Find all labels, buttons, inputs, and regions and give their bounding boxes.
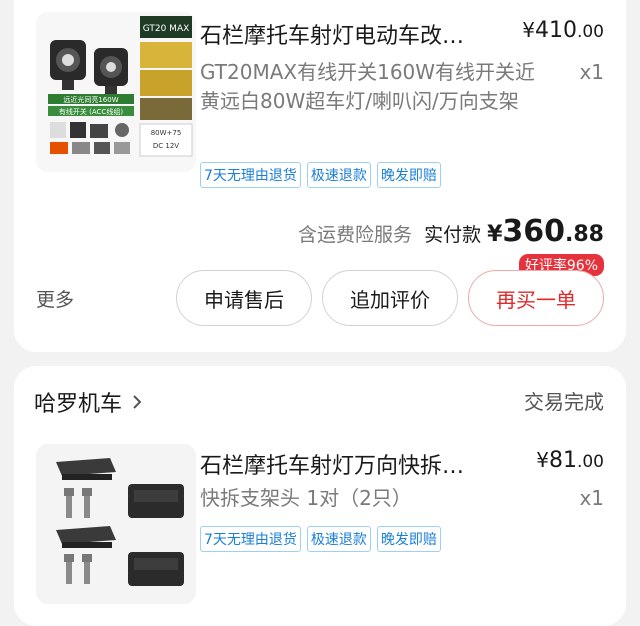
tag-7day-return: 7天无理由退货: [200, 526, 301, 552]
paid-currency: ¥: [487, 222, 503, 247]
price-integer: 410: [534, 18, 577, 43]
chevron-right-icon: [133, 395, 142, 409]
paid-label: 实付款: [424, 224, 482, 246]
product-qty-2: x1: [579, 486, 604, 510]
tag-late-ship-compensation: 晚发即赔: [376, 526, 441, 552]
thumb-caption-2: 有线开关 (ACC线组): [59, 107, 123, 116]
thumb-box-label: GT20 MAX: [143, 24, 190, 34]
price-fraction: .00: [576, 452, 604, 472]
thumb-spec-2: DC 12V: [153, 142, 179, 150]
add-review-button[interactable]: 追加评价: [322, 270, 458, 326]
price-currency: ¥: [522, 18, 535, 42]
product-image-2[interactable]: [36, 444, 196, 604]
product-title-1[interactable]: 石栏摩托车射灯电动车改…: [200, 18, 464, 50]
tag-fast-refund: 极速退款: [306, 526, 371, 552]
tag-fast-refund: 极速退款: [306, 162, 371, 188]
apply-after-sale-button[interactable]: 申请售后: [176, 270, 312, 326]
product-image-1[interactable]: GT20 MAX 远近光同亮160W 有线开关 (ACC线组) 80W+75 D…: [36, 12, 196, 172]
service-tags-2: 7天无理由退货 极速退款 晚发即赔: [200, 526, 441, 552]
tag-late-ship-compensation: 晚发即赔: [376, 162, 441, 188]
thumb-spec-1: 80W+75: [151, 129, 182, 137]
paid-fraction: .88: [565, 222, 604, 247]
more-button[interactable]: 更多: [36, 285, 74, 312]
store-name: 哈罗机车: [34, 392, 123, 417]
product-qty-1: x1: [579, 60, 604, 84]
price-integer: 81: [548, 448, 577, 473]
buy-again-button[interactable]: 再买一单: [468, 270, 604, 326]
payment-summary: 含运费险服务 实付款 ¥360.88: [298, 214, 604, 249]
product-spec-2: 快拆支架头 1对（2只）: [200, 486, 412, 510]
insurance-service-text: 含运费险服务: [298, 224, 413, 246]
store-name-link[interactable]: 哈罗机车: [34, 386, 146, 418]
order-status: 交易完成: [524, 390, 604, 414]
product-spec-1: GT20MAX有线开关160W有线开关近黄远白80W超车灯/喇叭闪/万向支架: [200, 60, 536, 113]
order-card-1[interactable]: GT20 MAX 远近光同亮160W 有线开关 (ACC线组) 80W+75 D…: [14, 0, 626, 352]
price-fraction: .00: [576, 22, 604, 42]
order-card-2[interactable]: 哈罗机车 交易完成 石栏摩托车射灯万向快拆… ¥81.00 快拆支架头 1对（2…: [14, 366, 626, 626]
price-currency: ¥: [536, 448, 549, 472]
paid-integer: 360: [502, 214, 566, 249]
bracket-product-illustration: [36, 444, 196, 604]
service-tags-1: 7天无理由退货 极速退款 晚发即赔: [200, 162, 441, 188]
product-title-2[interactable]: 石栏摩托车射灯万向快拆…: [200, 448, 464, 480]
product-price-1: ¥410.00: [522, 18, 604, 43]
thumb-caption-1: 远近光同亮160W: [63, 95, 118, 104]
spotlight-product-illustration: GT20 MAX 远近光同亮160W 有线开关 (ACC线组) 80W+75 D…: [36, 12, 196, 172]
tag-7day-return: 7天无理由退货: [200, 162, 301, 188]
product-price-2: ¥81.00: [536, 448, 604, 473]
